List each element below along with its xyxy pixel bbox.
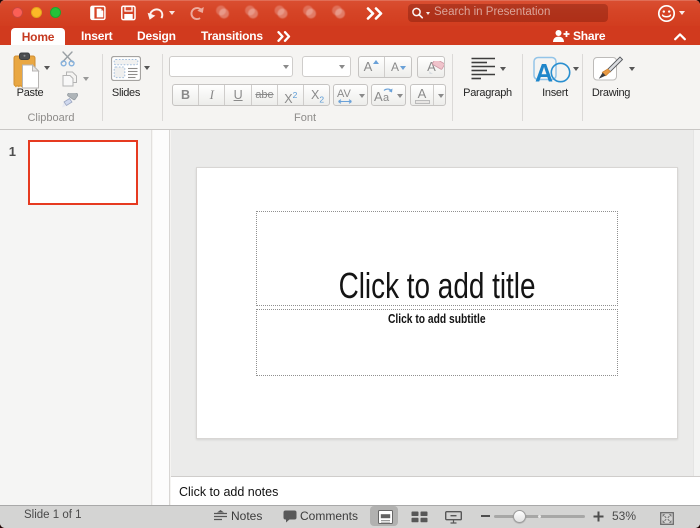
svg-text:AV: AV xyxy=(337,88,352,100)
svg-text:A: A xyxy=(374,89,383,104)
svg-text:A: A xyxy=(535,60,553,84)
svg-text:a: a xyxy=(383,92,390,104)
